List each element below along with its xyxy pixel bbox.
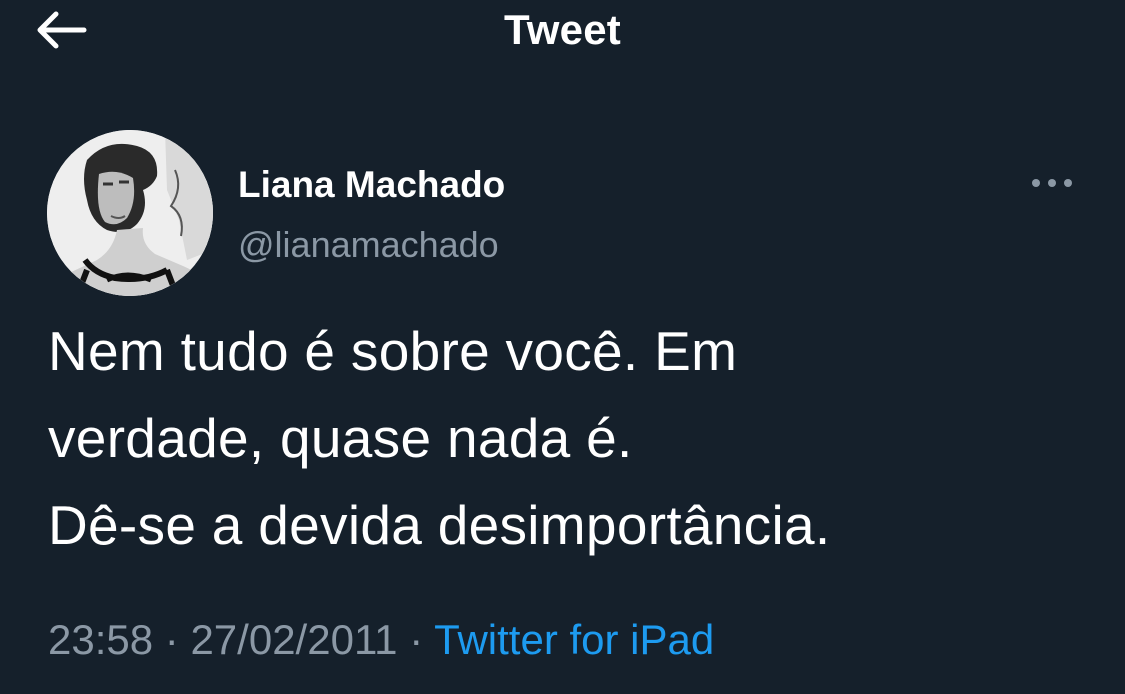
- top-bar: Tweet: [0, 0, 1125, 62]
- tweet-text-line: verdade, quase nada é.: [48, 407, 633, 469]
- page-title: Tweet: [504, 6, 621, 53]
- author-handle[interactable]: @lianamachado: [238, 224, 499, 266]
- meta-separator: ·: [409, 616, 424, 663]
- profile-photo-icon: [47, 130, 213, 296]
- more-options-button[interactable]: [1024, 170, 1080, 196]
- tweet-source-link[interactable]: Twitter for iPad: [434, 616, 714, 663]
- avatar[interactable]: [47, 130, 213, 296]
- author-display-name[interactable]: Liana Machado: [238, 164, 505, 206]
- tweet-text: Nem tudo é sobre você. Em verdade, quase…: [48, 308, 1088, 569]
- meta-separator: ·: [164, 616, 179, 663]
- tweet-date[interactable]: 27/02/2011: [190, 616, 397, 663]
- tweet-time[interactable]: 23:58: [48, 616, 153, 663]
- tweet-text-line: Dê-se a devida desimportância.: [48, 494, 831, 556]
- tweet-text-line: Nem tudo é sobre você. Em: [48, 320, 738, 382]
- more-horizontal-icon: [1032, 179, 1072, 187]
- tweet-metadata: 23:58 · 27/02/2011 · Twitter for iPad: [48, 616, 714, 664]
